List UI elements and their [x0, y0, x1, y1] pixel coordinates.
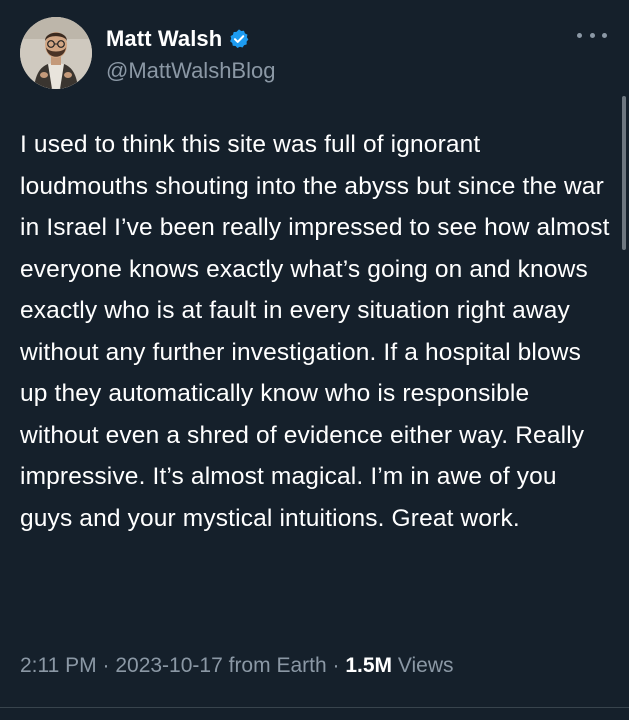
display-name[interactable]: Matt Walsh	[106, 26, 222, 52]
verified-badge-icon[interactable]	[228, 28, 250, 50]
meta-separator: ·	[332, 654, 340, 677]
dot	[602, 32, 607, 38]
tweet-time[interactable]: 2:11 PM	[20, 654, 97, 677]
views-count[interactable]: 1.5M	[345, 654, 392, 677]
handle[interactable]: @MattWalshBlog	[106, 58, 275, 84]
meta-separator: ·	[102, 654, 110, 677]
dot	[577, 32, 582, 38]
tweet-meta: 2:11 PM · 2023-10-17 from Earth · 1.5M V…	[20, 654, 454, 678]
author-info: Matt Walsh @MattWalshBlog	[106, 26, 275, 84]
scrollbar[interactable]	[622, 96, 626, 250]
avatar[interactable]	[20, 17, 92, 89]
tweet-source: from Earth	[228, 654, 327, 677]
tweet-date[interactable]: 2023-10-17	[115, 654, 222, 677]
tweet-text: I used to think this site was full of ig…	[20, 131, 610, 532]
dot	[589, 32, 595, 38]
divider	[0, 707, 629, 708]
views-label: Views	[397, 654, 454, 677]
more-options-icon[interactable]	[577, 28, 607, 42]
avatar-image	[20, 17, 92, 89]
tweet-card: Matt Walsh @MattWalshBlog I used to thin…	[0, 0, 629, 720]
name-row: Matt Walsh	[106, 26, 275, 52]
